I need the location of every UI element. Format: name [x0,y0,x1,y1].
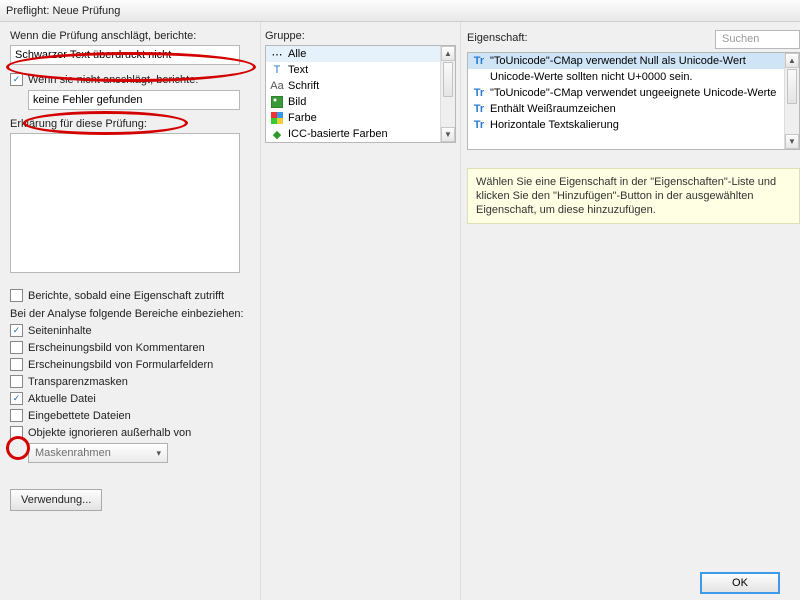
list-item-label: Horizontale Textskalierung [490,119,619,131]
nohit-checkbox[interactable] [10,73,23,86]
scroll-down-icon[interactable]: ▼ [785,134,799,149]
window-title: Preflight: Neue Prüfung [0,0,800,22]
property-item[interactable]: Tr "ToUnicode"-CMap verwendet ungeeignete… [468,85,799,101]
opt-label: Erscheinungsbild von Kommentaren [28,342,205,354]
list-item-label: ICC-basierte Farben [288,128,388,140]
verwendung-button[interactable]: Verwendung... [10,489,102,511]
opt-label: Aktuelle Datei [28,393,96,405]
dropdown-value: Maskenrahmen [35,447,111,459]
opt-label: Erscheinungsbild von Formularfeldern [28,359,213,371]
search-input[interactable]: Suchen [715,30,800,49]
list-item-label: "ToUnicode"-CMap verwendet ungeeignete U… [490,87,776,99]
color-icon [270,111,284,125]
group-scrollbar[interactable]: ▲▼ [440,46,455,142]
opt-seiteninhalte-checkbox[interactable] [10,324,23,337]
list-item-label: Bild [288,96,306,108]
report-once-label: Berichte, sobald eine Eigenschaft zutrif… [28,290,224,302]
opt-transparenz-checkbox[interactable] [10,375,23,388]
group-label: Gruppe: [265,30,456,42]
opt-label: Eingebettete Dateien [28,410,131,422]
opt-label: Objekte ignorieren außerhalb von [28,427,191,439]
property-label: Eigenschaft: [467,32,528,44]
report-once-checkbox[interactable] [10,289,23,302]
opt-eingebettete-checkbox[interactable] [10,409,23,422]
nohit-check-label: Wenn sie nicht anschlägt, berichte: [28,74,198,86]
dots-icon: ⋯ [270,47,284,61]
opt-label: Transparenzmasken [28,376,128,388]
text-icon: T [270,63,284,77]
group-item-farbe[interactable]: Farbe [266,110,455,126]
list-item-label: Text [288,64,308,76]
scroll-thumb[interactable] [787,69,797,104]
tt-icon: Tr [472,102,486,116]
property-item-desc: Unicode-Werte sollten nicht U+0000 sein. [468,69,799,85]
list-item-label: "ToUnicode"-CMap verwendet Null als Unic… [490,55,746,67]
include-label: Bei der Analyse folgende Bereiche einbez… [10,308,254,320]
property-item[interactable]: Tr Enthält Weißraumzeichen [468,101,799,117]
icc-icon: ◆ [270,127,284,141]
nohit-report-input[interactable]: keine Fehler gefunden [28,90,240,110]
hint-box: Wählen Sie eine Eigenschaft in der "Eige… [467,168,800,224]
opt-label: Seiteninhalte [28,325,92,337]
group-listbox[interactable]: ⋯ Alle T Text Aa Schrift Bild Farbe ◆ ICC-ba… [265,45,456,143]
font-icon: Aa [270,79,284,93]
chevron-down-icon: ▾ [156,448,161,459]
list-item-label: Farbe [288,112,317,124]
image-icon [270,95,284,109]
list-item-label: Enthält Weißraumzeichen [490,103,616,115]
scroll-thumb[interactable] [443,62,453,97]
group-item-bild[interactable]: Bild [266,94,455,110]
property-item[interactable]: Tr "ToUnicode"-CMap verwendet Null als Un… [468,53,799,69]
group-panel: Gruppe: ⋯ Alle T Text Aa Schrift Bild Farbe… [260,22,460,600]
left-panel: Wenn die Prüfung anschlägt, berichte: Sc… [0,22,260,600]
property-item[interactable]: Tr Horizontale Textskalierung [468,117,799,133]
property-listbox[interactable]: Tr "ToUnicode"-CMap verwendet Null als Un… [467,52,800,150]
group-item-text[interactable]: T Text [266,62,455,78]
property-scrollbar[interactable]: ▲▼ [784,53,799,149]
list-item-label: Unicode-Werte sollten nicht U+0000 sein. [490,71,693,83]
tt-icon: Tr [472,118,486,132]
explain-label: Erklärung für diese Prüfung: [10,118,254,130]
list-item-label: Schrift [288,80,319,92]
scroll-up-icon[interactable]: ▲ [441,46,455,61]
scroll-up-icon[interactable]: ▲ [785,53,799,68]
group-item-schrift[interactable]: Aa Schrift [266,78,455,94]
tt-icon: Tr [472,54,486,68]
list-item-label: Alle [288,48,306,60]
hit-report-label: Wenn die Prüfung anschlägt, berichte: [10,30,254,42]
explain-textarea[interactable] [10,133,240,273]
property-panel: Eigenschaft: Suchen Tr "ToUnicode"-CMap v… [460,22,800,600]
scroll-down-icon[interactable]: ▼ [441,127,455,142]
opt-aktuelle-datei-checkbox[interactable] [10,392,23,405]
opt-ignorieren-checkbox[interactable] [10,426,23,439]
maskenrahmen-dropdown[interactable]: Maskenrahmen ▾ [28,443,168,463]
tt-icon: Tr [472,86,486,100]
hit-report-input[interactable]: Schwarzer Text überdruckt nicht [10,45,240,65]
opt-kommentare-checkbox[interactable] [10,341,23,354]
opt-formularfelder-checkbox[interactable] [10,358,23,371]
group-item-alle[interactable]: ⋯ Alle [266,46,455,62]
group-item-icc[interactable]: ◆ ICC-basierte Farben [266,126,455,142]
ok-button[interactable]: OK [700,572,780,594]
